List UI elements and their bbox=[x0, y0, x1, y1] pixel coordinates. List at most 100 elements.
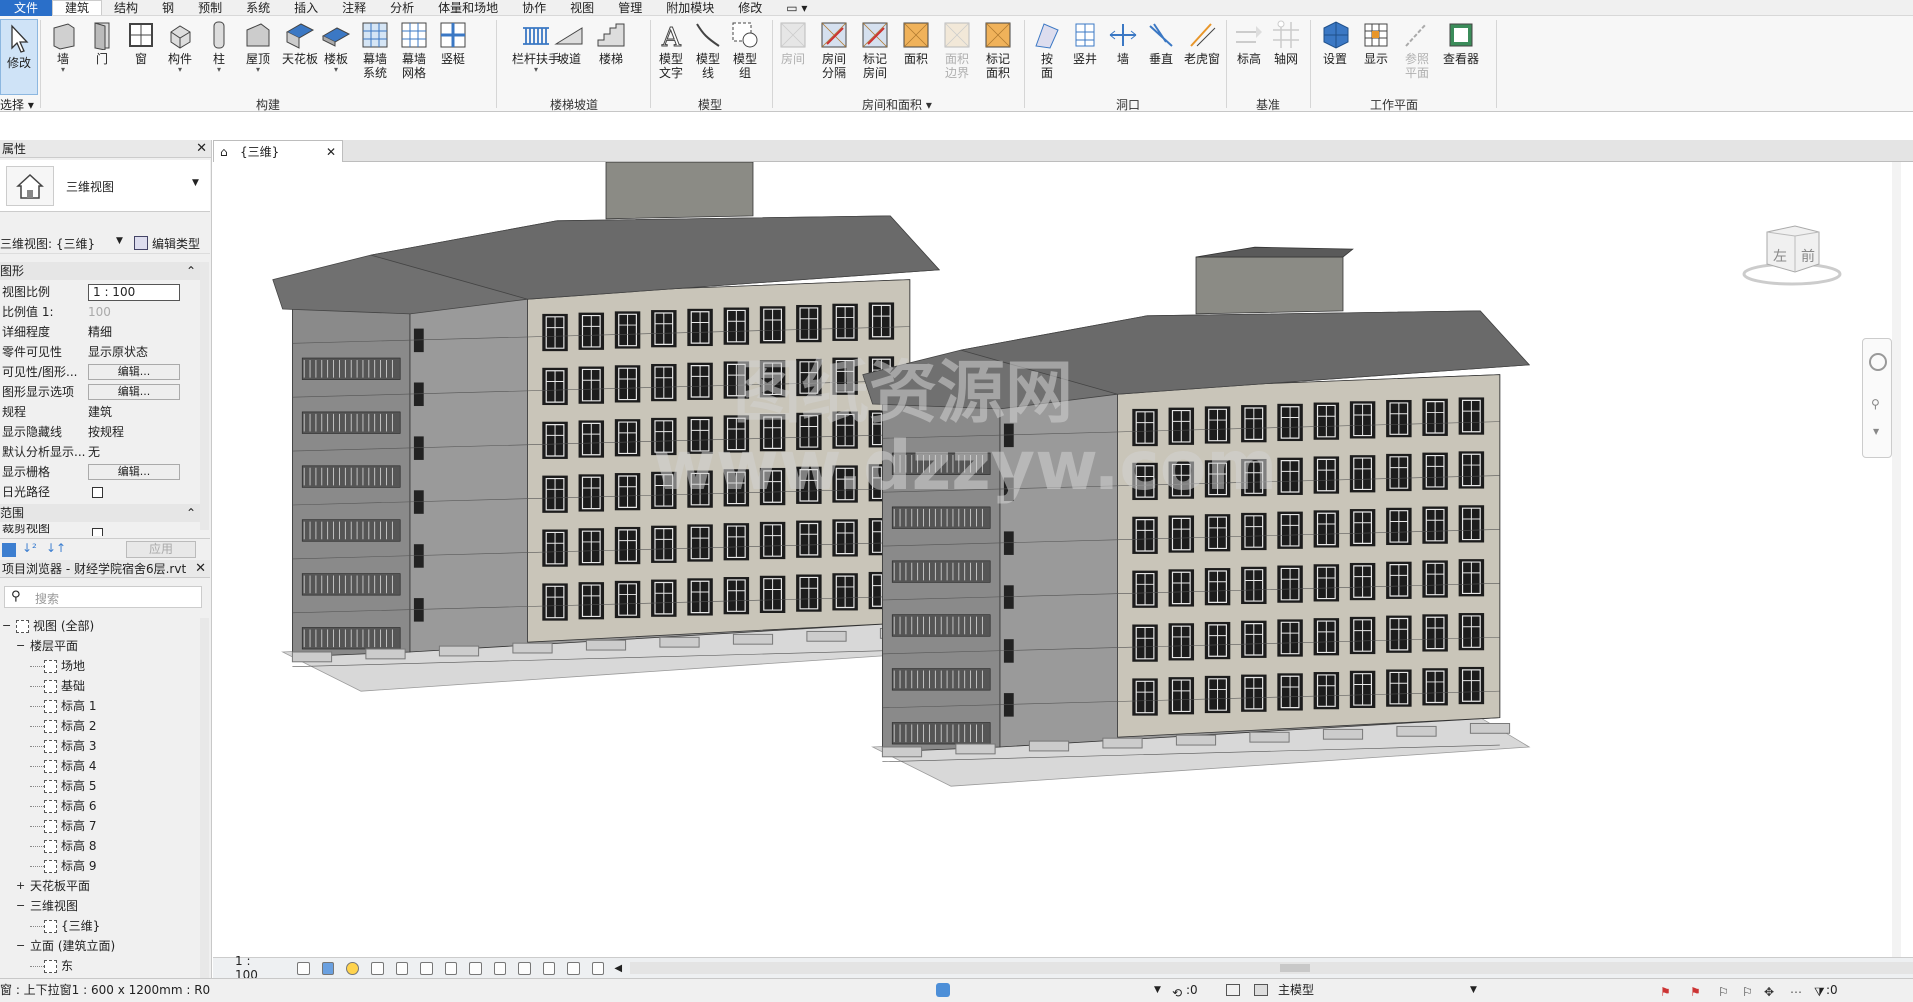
ribbon-button-vertical[interactable]: 垂直 bbox=[1146, 20, 1176, 66]
menu-item-13[interactable]: 修改 bbox=[726, 0, 774, 16]
tree-item[interactable]: 标高 9 bbox=[30, 856, 96, 876]
menu-item-7[interactable]: 分析 bbox=[378, 0, 426, 16]
analytical-icon[interactable] bbox=[567, 961, 580, 975]
tree-item[interactable]: 标高 8 bbox=[30, 836, 96, 856]
menu-item-6[interactable]: 注释 bbox=[330, 0, 378, 16]
viewcube[interactable]: 左 前 bbox=[1737, 222, 1847, 292]
tree-item[interactable]: 标高 6 bbox=[30, 796, 96, 816]
chevron-left-icon[interactable]: ◀ bbox=[614, 963, 622, 974]
drag-elements-icon[interactable]: ✥ bbox=[1764, 981, 1774, 1002]
ribbon-button-level[interactable]: 标高 bbox=[1234, 20, 1264, 66]
menu-item-4[interactable]: 系统 bbox=[234, 0, 282, 16]
collapse-icon[interactable]: − bbox=[16, 896, 30, 916]
horizontal-scrollbar[interactable] bbox=[630, 962, 1913, 974]
sun-path-checkbox[interactable] bbox=[92, 487, 103, 498]
expand-icon[interactable]: + bbox=[16, 876, 30, 896]
property-value[interactable]: 精细 bbox=[88, 322, 112, 342]
select-by-face-icon[interactable]: ⚐ bbox=[1742, 981, 1753, 1002]
lock-3d-icon[interactable] bbox=[469, 961, 482, 975]
tree-item[interactable]: 标高 3 bbox=[30, 736, 96, 756]
ribbon-button-by-face[interactable]: 按 面 bbox=[1032, 20, 1062, 80]
type-selector[interactable]: 三维视图 ▼ bbox=[0, 160, 210, 212]
ribbon-button-curtain-grid[interactable]: 幕墙 网格 bbox=[399, 20, 429, 80]
menu-item-10[interactable]: 视图 bbox=[558, 0, 606, 16]
ribbon-button-ref-plane[interactable]: 参照 平面 bbox=[1402, 20, 1432, 80]
ribbon-button-roof[interactable]: 屋顶 ▾ bbox=[243, 20, 273, 74]
properties-scrollbar[interactable] bbox=[200, 262, 209, 530]
collapse-icon[interactable]: − bbox=[2, 616, 16, 636]
select-pinned-icon[interactable]: ⚐ bbox=[1718, 981, 1729, 1002]
design-option-icon[interactable] bbox=[1254, 984, 1268, 996]
detail-level-icon[interactable] bbox=[297, 961, 310, 975]
property-value[interactable]: 显示原状态 bbox=[88, 342, 148, 362]
ribbon-button-grid[interactable]: 轴网 bbox=[1271, 20, 1301, 66]
ribbon-button-shaft[interactable]: 竖井 bbox=[1070, 20, 1100, 66]
menu-item-9[interactable]: 协作 bbox=[510, 0, 558, 16]
property-value[interactable]: 建筑 bbox=[88, 402, 112, 422]
view-tab[interactable]: ⌂ {三维} ✕ bbox=[213, 140, 343, 162]
tree-item[interactable]: 标高 5 bbox=[30, 776, 96, 796]
room-panel-label[interactable]: 房间和面积 ▾ bbox=[862, 96, 932, 113]
browser-scrollbar[interactable] bbox=[200, 618, 209, 978]
design-options-icon[interactable] bbox=[1226, 984, 1240, 996]
select-underlay-icon[interactable]: ⚑ bbox=[1690, 981, 1701, 1002]
chevron-down-icon[interactable]: ▼ bbox=[1154, 979, 1161, 1001]
tree-item[interactable]: − 立面 (建筑立面) bbox=[16, 936, 115, 956]
menu-item-11[interactable]: 管理 bbox=[606, 0, 654, 16]
background-process-icon[interactable]: ⋯ bbox=[1790, 981, 1802, 1002]
building-model[interactable] bbox=[862, 246, 1531, 787]
ribbon-button-wall[interactable]: 墙 ▾ bbox=[48, 20, 78, 74]
edit-button[interactable]: 编辑... bbox=[88, 384, 180, 400]
ribbon-button-room[interactable]: 房间 bbox=[778, 20, 808, 66]
ribbon-button-door[interactable]: 门 bbox=[87, 20, 117, 66]
chevron-down-icon[interactable]: ▼ bbox=[116, 236, 123, 246]
menu-item-5[interactable]: 插入 bbox=[282, 0, 330, 16]
ribbon-button-curtain-system[interactable]: 幕墙 系统 bbox=[360, 20, 390, 80]
chevron-down-icon[interactable]: ▼ bbox=[1470, 979, 1477, 1001]
tree-item[interactable]: 标高 4 bbox=[30, 756, 96, 776]
menu-item-3[interactable]: 预制 bbox=[186, 0, 234, 16]
extents-group-header[interactable]: 范围 ⌃ bbox=[0, 504, 200, 522]
ribbon-button-ceiling[interactable]: 天花板 bbox=[282, 20, 318, 66]
ribbon-button-column[interactable]: 柱 ▾ bbox=[204, 20, 234, 74]
tree-item[interactable]: 基础 bbox=[30, 676, 85, 696]
property-value[interactable]: 100 bbox=[88, 302, 111, 322]
edit-type-button[interactable]: 编辑类型 bbox=[152, 235, 200, 252]
ribbon-button-model-group[interactable]: 模型 组 bbox=[730, 20, 760, 80]
shadows-icon[interactable] bbox=[371, 961, 384, 975]
close-icon[interactable]: ✕ bbox=[326, 141, 336, 163]
edit-button[interactable]: 编辑... bbox=[88, 464, 180, 480]
model-selector[interactable]: 主模型 bbox=[1278, 979, 1314, 1001]
select-panel-label[interactable]: 选择 ▾ bbox=[0, 96, 34, 113]
property-value[interactable]: 按规程 bbox=[88, 422, 124, 442]
ribbon-button-viewer[interactable]: 查看器 bbox=[1443, 20, 1479, 66]
tree-item[interactable]: − 视图 (全部) bbox=[2, 616, 94, 636]
constraints-icon[interactable] bbox=[591, 961, 605, 975]
ribbon-button-wall-opening[interactable]: 墙 bbox=[1108, 20, 1138, 66]
reveal-hidden-icon[interactable] bbox=[518, 961, 531, 975]
select-links-icon[interactable]: ⚑ bbox=[1660, 981, 1671, 1002]
workset-icon[interactable]: ⟲ bbox=[1172, 982, 1182, 1002]
search-input[interactable]: ⚲ 搜索 bbox=[4, 586, 202, 608]
scroll-thumb[interactable] bbox=[1280, 964, 1311, 972]
ribbon-button-component[interactable]: 构件 ▾ bbox=[165, 20, 195, 74]
steering-wheel-icon[interactable] bbox=[1869, 353, 1887, 371]
view-selector[interactable]: 三维视图: {三维} bbox=[0, 235, 95, 252]
edit-button[interactable]: 编辑... bbox=[88, 364, 180, 380]
close-icon[interactable]: ✕ bbox=[195, 560, 206, 578]
tree-item[interactable]: {三维} bbox=[30, 916, 100, 936]
sort-ascending-icon[interactable]: ↓² bbox=[22, 541, 37, 555]
menu-item-0[interactable]: 建筑 bbox=[52, 0, 103, 15]
tree-item[interactable]: + 天花板平面 bbox=[16, 876, 90, 896]
menu-file[interactable]: 文件 bbox=[0, 0, 53, 16]
apply-button[interactable]: 应用 bbox=[126, 541, 196, 558]
show-crop-icon[interactable] bbox=[444, 961, 458, 975]
zoom-icon[interactable]: ⚲ bbox=[1871, 397, 1880, 411]
tree-item[interactable]: − 三维视图 bbox=[16, 896, 78, 916]
menu-item-12[interactable]: 附加模块 bbox=[654, 0, 726, 16]
quick-access-dropdown[interactable]: ▭ ▾ bbox=[774, 0, 819, 16]
navigation-bar[interactable]: ⚲ ▼ bbox=[1862, 338, 1892, 458]
tree-item[interactable]: 场地 bbox=[30, 656, 85, 676]
ribbon-button-stair[interactable]: 楼梯 bbox=[596, 20, 626, 66]
ribbon-button-show[interactable]: 显示 bbox=[1361, 20, 1391, 66]
